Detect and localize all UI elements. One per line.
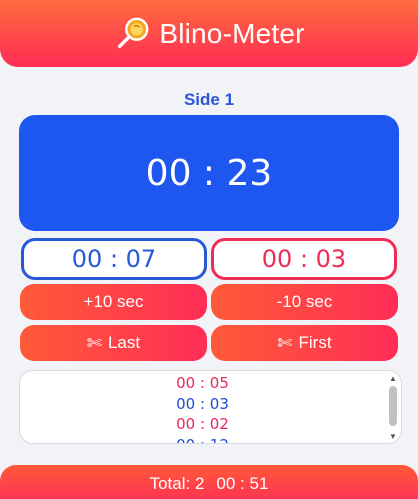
history-list[interactable]: 00 : 05 00 : 03 00 : 02 00 : 12 ▲ ▼ — [19, 370, 402, 444]
split-timer-blue: 00 : 07 — [21, 238, 207, 280]
scissors-icon: ✄ — [86, 332, 102, 353]
main-timer-display: 00 : 23 — [19, 115, 399, 231]
history-item: 00 : 12 — [20, 435, 385, 444]
split-timer-red-value: 00 : 03 — [261, 245, 347, 273]
main-timer-value: 00 : 23 — [145, 152, 273, 194]
scrollbar-thumb[interactable] — [389, 386, 397, 426]
cut-first-button[interactable]: ✄ First — [211, 325, 398, 361]
side-label: Side 1 — [183, 90, 235, 109]
cut-last-label: Last — [107, 333, 141, 352]
subtract-10-sec-label: -10 sec — [276, 292, 333, 311]
history-item: 00 : 02 — [176, 415, 229, 433]
subtract-10-sec-button[interactable]: -10 sec — [211, 284, 398, 320]
split-timer-red: 00 : 03 — [211, 238, 397, 280]
split-timer-blue-value: 00 : 07 — [71, 245, 157, 273]
add-10-sec-button[interactable]: +10 sec — [20, 284, 207, 320]
frying-pan-icon — [118, 17, 149, 48]
cut-last-button[interactable]: ✄ Last — [20, 325, 207, 361]
scroll-down-icon[interactable]: ▼ — [387, 432, 399, 442]
scissors-icon: ✄ — [277, 332, 293, 353]
total-footer: Total: 2 00 : 51 — [0, 465, 418, 499]
cut-first-label: First — [298, 333, 332, 352]
history-item: 00 : 03 — [176, 394, 229, 413]
app-title: Blino-Meter — [159, 17, 305, 49]
app-header: Blino-Meter — [0, 0, 418, 67]
history-scrollbar[interactable]: ▲ ▼ — [387, 374, 399, 442]
history-items: 00 : 05 00 : 03 00 : 02 00 : 12 — [20, 373, 385, 444]
total-label: Total: 2 — [149, 474, 205, 493]
history-item: 00 : 05 — [176, 374, 229, 392]
total-time: 00 : 51 — [216, 474, 269, 493]
add-10-sec-label: +10 sec — [83, 292, 144, 311]
scroll-up-icon[interactable]: ▲ — [387, 374, 399, 384]
